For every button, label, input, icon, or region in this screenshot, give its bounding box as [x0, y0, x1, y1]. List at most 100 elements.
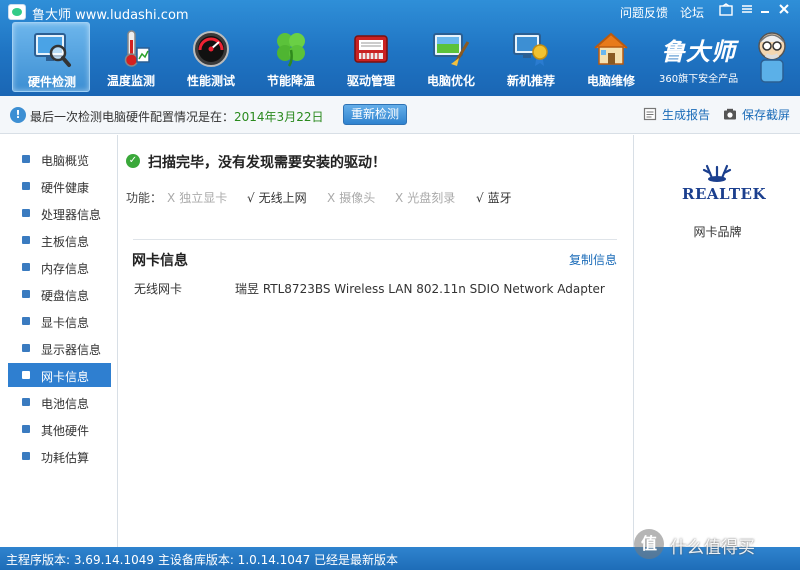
app-title: 鲁大师 www.ludashi.com: [32, 8, 189, 23]
feature-mark: X: [395, 191, 404, 205]
brand-subtitle: 360旗下安全产品: [659, 74, 739, 85]
watermark-badge: 值: [634, 529, 664, 559]
feature-label: 蓝牙: [487, 191, 512, 205]
sidebar-item-memory[interactable]: 内存信息: [8, 255, 111, 279]
watermark-text: 什么值得买: [670, 538, 755, 558]
nav-label: 电脑优化: [426, 74, 475, 88]
feature-label: 摄像头: [339, 191, 376, 205]
close-icon[interactable]: [775, 3, 793, 21]
nav-label: 硬件检测: [27, 75, 76, 89]
bullet-icon: [22, 398, 30, 406]
rescan-button[interactable]: 重新检测: [343, 104, 407, 125]
camera-icon: [724, 108, 736, 120]
wireless-card-value: 瑞昱 RTL8723BS Wireless LAN 802.11n SDIO N…: [235, 282, 605, 296]
sidebar-item-label: 电池信息: [41, 397, 90, 411]
bullet-icon: [22, 209, 30, 217]
nav-pc-repair[interactable]: 电脑维修: [572, 22, 650, 92]
bullet-icon: [22, 155, 30, 163]
feature-mark: √: [476, 191, 484, 205]
nav-label: 性能测试: [186, 74, 235, 88]
clover-icon: [277, 33, 305, 67]
feature-mark: X: [327, 191, 336, 205]
sidebar-item-disk[interactable]: 硬盘信息: [8, 282, 111, 306]
skin-icon[interactable]: [717, 3, 735, 21]
monitor-magnifier-icon: [34, 33, 71, 67]
main-content: ✓ 扫描完毕，没有发现需要安装的驱动！ 功能： X 独立显卡 √ 无线上网 X 摄像头…: [119, 135, 633, 547]
nav-performance[interactable]: 性能测试: [172, 22, 250, 92]
sidebar-item-power[interactable]: 功耗估算: [8, 444, 111, 468]
mascot-icon: [758, 32, 786, 83]
network-brand-caption: 网卡品牌: [693, 225, 742, 239]
smzdm-watermark: 值 什么值得买: [634, 527, 794, 567]
sidebar-item-health[interactable]: 硬件健康: [8, 174, 111, 198]
sidebar-item-motherboard[interactable]: 主板信息: [8, 228, 111, 252]
forum-link[interactable]: 论坛: [680, 4, 704, 21]
house-wrench-icon: [594, 32, 628, 65]
generate-report-button[interactable]: 生成报告: [643, 106, 710, 124]
last-detect-label: 最后一次检测电脑硬件配置情况是在：: [30, 110, 235, 124]
info-icon: !: [10, 107, 26, 123]
brand-title: 鲁大师: [661, 38, 736, 66]
sidebar-item-label: 内存信息: [41, 262, 90, 276]
sidebar-item-gpu[interactable]: 显卡信息: [8, 309, 111, 333]
sidebar-item-label: 其他硬件: [41, 424, 90, 438]
sidebar-item-network[interactable]: 网卡信息: [8, 363, 111, 387]
speedometer-icon: [193, 31, 229, 67]
bullet-icon: [22, 236, 30, 244]
sidebar-item-label: 处理器信息: [41, 208, 102, 222]
feature-mark: X: [167, 191, 176, 205]
nav-label: 新机推荐: [506, 74, 555, 88]
bullet-icon: [22, 425, 30, 433]
generate-report-label: 生成报告: [662, 108, 711, 122]
section-title: 网卡信息: [132, 253, 188, 269]
sidebar-item-label: 硬件健康: [41, 181, 90, 195]
minimize-icon[interactable]: [756, 3, 774, 21]
feature-label: 无线上网: [258, 191, 307, 205]
feature-discrete-gpu: X 独立显卡: [167, 189, 227, 206]
sidebar-item-other[interactable]: 其他硬件: [8, 417, 111, 441]
nav-driver-manage[interactable]: 驱动管理: [332, 22, 410, 92]
last-detect-text: 最后一次检测电脑硬件配置情况是在：2014年3月22日: [30, 108, 323, 125]
realtek-logo-text: REALTEK: [682, 185, 766, 203]
sidebar-item-label: 显卡信息: [41, 316, 90, 330]
screen-broom-icon: [433, 33, 470, 66]
bullet-icon: [22, 182, 30, 190]
copy-info-link[interactable]: 复制信息: [569, 251, 617, 268]
last-detect-date: 2014年3月22日: [234, 110, 324, 124]
divider: [133, 239, 617, 240]
check-icon: ✓: [126, 154, 140, 168]
wireless-card-label: 无线网卡: [134, 282, 183, 296]
sidebar-item-cpu[interactable]: 处理器信息: [8, 201, 111, 225]
sidebar-item-label: 网卡信息: [41, 370, 90, 384]
nav-new-pc[interactable]: 新机推荐: [492, 22, 570, 92]
feature-mark: √: [247, 191, 255, 205]
nav-label: 电脑维修: [586, 74, 635, 88]
nav-hardware-detect[interactable]: 硬件检测: [12, 22, 90, 92]
sidebar-item-label: 显示器信息: [41, 343, 102, 357]
hardware-sidebar: 电脑概览 硬件健康 处理器信息 主板信息 内存信息 硬盘信息 显卡信息 显示器信…: [0, 135, 118, 547]
sidebar-item-battery[interactable]: 电池信息: [8, 390, 111, 414]
sidebar-item-overview[interactable]: 电脑概览: [8, 147, 111, 171]
nav-pc-optimize[interactable]: 电脑优化: [412, 22, 490, 92]
feature-label: 光盘刻录: [407, 191, 456, 205]
feature-label: 独立显卡: [179, 191, 228, 205]
last-detect-bar: ! 最后一次检测电脑硬件配置情况是在：2014年3月22日 重新检测 生成报告 …: [0, 96, 800, 134]
bullet-icon: [22, 452, 30, 460]
menu-icon[interactable]: [738, 3, 756, 21]
scan-result-message: 扫描完毕，没有发现需要安装的驱动！: [148, 155, 386, 171]
sidebar-item-label: 电脑概览: [41, 154, 90, 168]
nav-energy-saving[interactable]: 节能降温: [252, 22, 330, 92]
thermometer-icon: [124, 30, 150, 67]
feedback-link[interactable]: 问题反馈: [620, 4, 668, 21]
sidebar-item-monitor[interactable]: 显示器信息: [8, 336, 111, 360]
sidebar-item-label: 主板信息: [41, 235, 90, 249]
bullet-icon: [22, 344, 30, 352]
bullet-icon: [22, 371, 30, 379]
nav-temperature[interactable]: 温度监测: [92, 22, 170, 92]
bullet-icon: [22, 290, 30, 298]
save-screenshot-label: 保存截屏: [742, 108, 791, 122]
bullet-icon: [22, 263, 30, 271]
save-screenshot-button[interactable]: 保存截屏: [723, 106, 790, 124]
app-logo-icon: [8, 4, 26, 20]
nav-label: 温度监测: [106, 74, 155, 88]
